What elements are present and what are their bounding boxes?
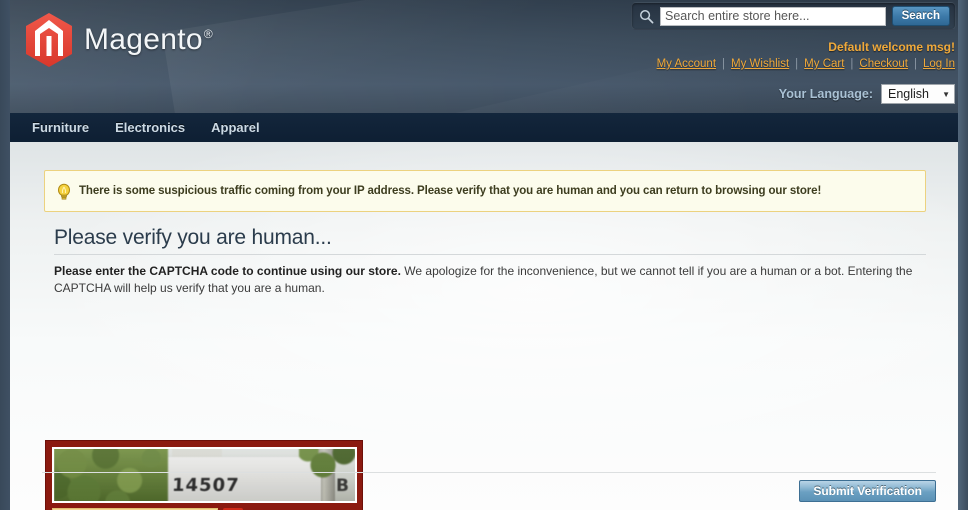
nav-item-furniture[interactable]: Furniture <box>32 120 89 135</box>
notice-text: There is some suspicious traffic coming … <box>79 185 822 197</box>
main-navigation: Furniture Electronics Apparel <box>10 113 958 142</box>
language-label: Your Language: <box>778 87 873 101</box>
captcha-challenge-image: 14507 B <box>52 447 357 503</box>
link-log-in[interactable]: Log In <box>923 58 955 70</box>
lightbulb-icon <box>58 183 70 199</box>
recaptcha-widget: 14507 B <box>45 440 363 510</box>
account-links: My Account | My Wishlist | My Cart | Che… <box>657 58 955 70</box>
submit-verification-button[interactable]: Submit Verification <box>799 480 936 502</box>
site-logo[interactable]: Magento® <box>24 12 213 68</box>
link-separator: | <box>914 58 918 70</box>
link-my-cart[interactable]: My Cart <box>804 58 844 70</box>
chevron-down-icon: ▼ <box>942 89 950 99</box>
link-my-account[interactable]: My Account <box>657 58 716 70</box>
search-icon <box>640 9 654 23</box>
intro-paragraph: Please enter the CAPTCHA code to continu… <box>54 263 926 297</box>
link-separator: | <box>795 58 799 70</box>
nav-item-apparel[interactable]: Apparel <box>211 120 259 135</box>
main-content: There is some suspicious traffic coming … <box>10 142 958 510</box>
browser-page: Magento® Search Default welcome msg! My … <box>0 0 968 510</box>
link-separator: | <box>850 58 854 70</box>
page-left-rail <box>0 0 10 510</box>
logo-text: Magento® <box>84 23 214 56</box>
captcha-image-blur-overlay <box>54 449 355 501</box>
title-divider <box>54 254 926 255</box>
search-button[interactable]: Search <box>891 6 950 26</box>
page-right-rail <box>958 0 968 510</box>
page-title: Please verify you are human... <box>54 226 332 249</box>
intro-bold-text: Please enter the CAPTCHA code to continu… <box>54 264 401 278</box>
search-input[interactable] <box>660 6 886 26</box>
link-checkout[interactable]: Checkout <box>859 58 908 70</box>
link-my-wishlist[interactable]: My Wishlist <box>731 58 789 70</box>
magento-hexagon-logo <box>26 13 72 67</box>
welcome-message: Default welcome msg! <box>828 40 955 54</box>
search-bar: Search <box>631 2 956 30</box>
registered-mark: ® <box>203 27 214 41</box>
submit-row: Submit Verification <box>799 480 936 502</box>
nav-item-electronics[interactable]: Electronics <box>115 120 185 135</box>
language-switcher: Your Language: English ▼ <box>779 84 955 104</box>
site-header: Magento® Search Default welcome msg! My … <box>0 0 968 113</box>
language-select[interactable]: English ▼ <box>881 84 955 104</box>
link-separator: | <box>722 58 726 70</box>
bottom-divider <box>42 472 936 473</box>
notice-banner: There is some suspicious traffic coming … <box>44 170 926 212</box>
language-selected-value: English <box>888 87 929 101</box>
